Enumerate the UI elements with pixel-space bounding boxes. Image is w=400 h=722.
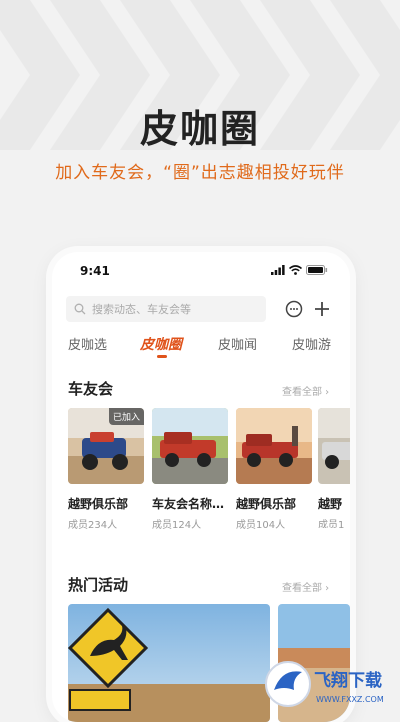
tab-bar: 皮咖选 皮咖圈 皮咖闻 皮咖游 [52,334,350,360]
pickup-truck-image [152,408,228,484]
clubs-section-title: 车友会 [68,380,114,398]
battery-icon [306,265,328,275]
status-bar: 9:41 [52,252,350,292]
tab-pika-news[interactable]: 皮咖闻 [218,334,257,353]
pickup-truck-image [236,408,312,484]
club-member-count: 成员104人 [236,520,286,531]
phone-mockup: 9:41 搜索动态、车友会等 皮咖选 皮咖圈 皮咖闻 皮咖游 车友会 查看全部 … [52,252,350,722]
club-name: 车友会名称… [152,497,225,511]
status-icons [271,265,328,275]
events-section-title: 热门活动 [68,576,129,594]
club-name: 越野俱乐部 [68,497,129,511]
tab-pika-circle[interactable]: 皮咖圈 [140,334,182,354]
message-icon[interactable] [284,299,304,319]
promo-title: 皮咖圈 [139,107,260,151]
clubs-see-all-link[interactable]: 查看全部 › [282,383,329,398]
club-card[interactable]: 车友会名称… 成员124人 [152,408,228,531]
club-card[interactable]: 越野 成员1 [318,408,350,528]
event-card-image[interactable] [68,604,270,722]
club-name: 越野俱乐部 [236,497,297,511]
signal-icon [271,265,285,275]
club-thumbnail: 已加入 [68,408,144,484]
club-thumbnail [318,408,350,484]
club-member-count: 成员124人 [152,520,202,531]
search-input[interactable]: 搜索动态、车友会等 [66,296,266,322]
watermark-url: WWW.FXXZ.COM [316,695,384,704]
watermark-logo: 飞翔下载 WWW.FXXZ.COM [265,661,384,707]
watermark-text: 飞翔下载 [314,670,382,691]
search-row: 搜索动态、车友会等 [66,296,338,322]
tab-pika-travel[interactable]: 皮咖游 [292,334,331,353]
club-name: 越野 [318,497,343,511]
events-see-all-link[interactable]: 查看全部 › [282,579,329,594]
club-card[interactable]: 越野俱乐部 成员104人 [236,408,312,531]
status-time: 9:41 [80,264,110,278]
tab-pika-select[interactable]: 皮咖选 [68,334,107,353]
joined-badge: 已加入 [108,408,144,425]
search-placeholder: 搜索动态、车友会等 [92,303,191,316]
club-thumbnail [152,408,228,484]
club-card[interactable]: 已加入 越野俱乐部 成员234人 [68,408,144,531]
club-member-count: 成员1 [318,520,345,528]
suv-image [318,408,350,484]
promo-subtitle: 加入车友会，“圈”出志趣相投好玩伴 [55,163,345,183]
wifi-icon [289,265,302,275]
kangaroo-sign-image [68,604,270,722]
club-thumbnail [236,408,312,484]
club-member-count: 成员234人 [68,520,118,531]
tab-active-indicator [157,355,167,358]
add-icon[interactable] [312,299,332,319]
search-icon [74,303,86,315]
